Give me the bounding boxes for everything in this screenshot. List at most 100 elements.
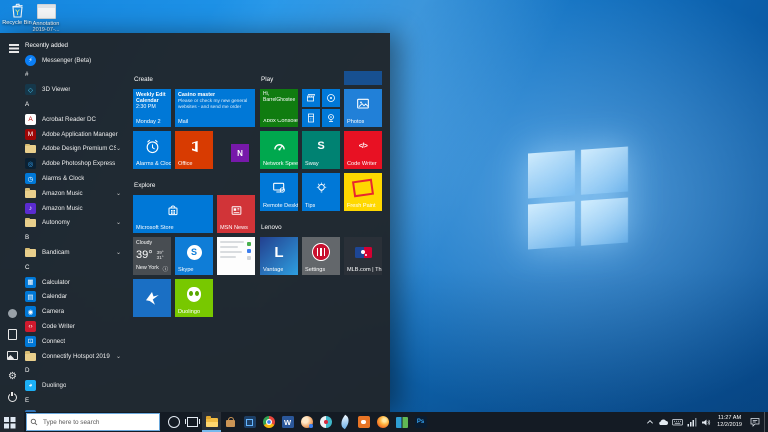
- sway-icon: S: [317, 140, 324, 152]
- tile-photos-live[interactable]: [217, 237, 255, 275]
- tile-network-speed[interactable]: Network Spee...: [260, 131, 298, 169]
- chevron-expand-icon[interactable]: ⌄: [116, 353, 128, 360]
- app-list-item[interactable]: MAdobe Application Manager: [23, 127, 128, 142]
- store-icon[interactable]: [221, 412, 240, 432]
- chevron-expand-icon[interactable]: ⌄: [116, 249, 128, 256]
- search-input[interactable]: [41, 418, 156, 427]
- user-avatar-icon[interactable]: [6, 307, 19, 320]
- app-list-item[interactable]: ▤Calendar: [23, 290, 128, 305]
- tile-vantage[interactable]: L Vantage: [260, 237, 298, 275]
- teal-app-icon[interactable]: [392, 412, 411, 432]
- app-list-item[interactable]: ◎Adobe Photoshop Express: [23, 156, 128, 171]
- file-explorer-icon[interactable]: [202, 412, 221, 432]
- chevron-expand-icon[interactable]: ⌄: [116, 219, 128, 226]
- tile-fresh-paint[interactable]: Fresh Paint: [344, 173, 382, 211]
- app-list-item[interactable]: ◇3D Viewer: [23, 82, 128, 97]
- round-media-app-icon[interactable]: [316, 412, 335, 432]
- cortana-icon[interactable]: [164, 412, 183, 432]
- app-list-item[interactable]: Autonomy⌄: [23, 216, 128, 231]
- recycle-bin-icon: [11, 3, 24, 18]
- onedrive-cloud-icon[interactable]: [657, 412, 670, 432]
- app-list-item[interactable]: Amazon Music⌄: [23, 186, 128, 201]
- show-desktop-button[interactable]: [764, 412, 768, 432]
- paint3d-icon[interactable]: [297, 412, 316, 432]
- tile-calculator-small[interactable]: [302, 109, 320, 127]
- app-list-item[interactable]: Connectify Hotspot 2019⌄: [23, 349, 128, 364]
- app-list-section-header[interactable]: C: [23, 260, 128, 275]
- app-list-item[interactable]: ⚡Messenger (Beta): [23, 53, 128, 68]
- settings-gear-icon[interactable]: ⚙: [6, 370, 19, 383]
- tile-label: Remote Deskt...: [263, 203, 298, 209]
- app-list-item[interactable]: AAcrobat Reader DC: [23, 112, 128, 127]
- orange-app-icon[interactable]: [354, 412, 373, 432]
- app-list-item-label: Calculator: [42, 279, 70, 286]
- app-list-item[interactable]: ◕Duolingo: [23, 378, 128, 393]
- app-list-item[interactable]: ◉Camera: [23, 304, 128, 319]
- tile-skype[interactable]: S Skype: [175, 237, 213, 275]
- chevron-expand-icon[interactable]: ⌄: [116, 145, 128, 152]
- tile-office[interactable]: Office: [175, 131, 213, 169]
- tile-movies-tv-small[interactable]: [302, 89, 320, 107]
- tile-onenote-small[interactable]: N: [231, 144, 249, 162]
- tile-mail[interactable]: Casino master Please or check my new gen…: [175, 89, 255, 127]
- start-button[interactable]: [0, 412, 24, 432]
- tile-label: Settings: [305, 267, 325, 273]
- app-list-section-header[interactable]: A: [23, 97, 128, 112]
- pictures-icon[interactable]: [6, 349, 19, 362]
- tile-msn-news[interactable]: MSN News: [217, 195, 255, 233]
- action-center-icon[interactable]: [747, 412, 763, 432]
- network-icon[interactable]: [685, 412, 698, 432]
- tile-disc-small[interactable]: [322, 89, 340, 107]
- app-list-section-header[interactable]: Recently added: [23, 38, 128, 53]
- tray-time: 11:27 AM: [717, 415, 742, 422]
- app-list-item[interactable]: Bandicam⌄: [23, 245, 128, 260]
- tile-webcam-small[interactable]: [322, 109, 340, 127]
- app-list-item[interactable]: Adobe Design Premium CS5.5⌄: [23, 142, 128, 157]
- app-list-item[interactable]: ◷Alarms & Clock: [23, 171, 128, 186]
- tile-mlb[interactable]: MLB.com | Th...: [344, 237, 382, 275]
- app-list-item[interactable]: ♪Amazon Music: [23, 201, 128, 216]
- tile-microsoft-store[interactable]: Microsoft Store: [133, 195, 213, 233]
- chevron-expand-icon[interactable]: ⌄: [116, 190, 128, 197]
- keyboard-icon[interactable]: [671, 412, 684, 432]
- tile-duolingo[interactable]: Duolingo: [175, 279, 213, 317]
- taskbar-search-box[interactable]: [26, 413, 160, 431]
- firefox-icon[interactable]: [373, 412, 392, 432]
- app-list-item[interactable]: ⊡Connect: [23, 334, 128, 349]
- tile-xbox-console[interactable]: Hi, BarrelGhostee Xbox Console...: [260, 89, 298, 127]
- app-list-item-label: Acrobat Reader DC: [42, 116, 96, 123]
- app-list-item[interactable]: ‹›Code Writer: [23, 319, 128, 334]
- tile-alarms-clock[interactable]: Alarms & Clock: [133, 131, 171, 169]
- tile-label: New York: [136, 265, 159, 273]
- documents-icon[interactable]: [6, 328, 19, 341]
- tile-sway[interactable]: S Sway: [302, 131, 340, 169]
- app-list-section-header[interactable]: D: [23, 364, 128, 379]
- show-hidden-icons-chevron[interactable]: [643, 412, 656, 432]
- desktop-icon-recycle-bin[interactable]: Recycle Bin: [2, 3, 32, 26]
- word-icon[interactable]: W: [278, 412, 297, 432]
- volume-icon[interactable]: [699, 412, 712, 432]
- task-view-icon[interactable]: [183, 412, 202, 432]
- tile-calendar[interactable]: Weekly Edit Calendar 2:30 PM Monday 2: [133, 89, 171, 127]
- tile-code-writer[interactable]: </> Code Writer: [344, 131, 382, 169]
- taskbar-clock[interactable]: 11:27 AM 12/2/2019: [713, 415, 746, 428]
- app-list-section-header[interactable]: E: [23, 393, 128, 408]
- tile-tips[interactable]: Tips: [302, 173, 340, 211]
- app-list-section-header[interactable]: #: [23, 68, 128, 83]
- feather-app-icon[interactable]: [335, 412, 354, 432]
- tile-weather[interactable]: Cloudy 39° 39°31° New York ⓘ: [133, 237, 171, 275]
- tile-label: Microsoft Store: [136, 225, 174, 231]
- blue-app-icon[interactable]: [240, 412, 259, 432]
- photoshop-icon[interactable]: Ps: [411, 412, 430, 432]
- app-list-item[interactable]: ▦Calculator: [23, 275, 128, 290]
- power-icon[interactable]: [6, 391, 19, 404]
- tile-lenovo-settings[interactable]: Settings: [302, 237, 340, 275]
- desktop-icon-annotation[interactable]: Annotation 2019-07-...: [31, 4, 61, 34]
- connect-icon: ⊡: [25, 336, 36, 347]
- tile-bird-app[interactable]: [133, 279, 171, 317]
- tile-remote-desktop[interactable]: Remote Deskt...: [260, 173, 298, 211]
- chrome-icon[interactable]: [259, 412, 278, 432]
- app-list-section-header[interactable]: B: [23, 230, 128, 245]
- tile-photos[interactable]: Photos: [344, 89, 382, 127]
- hamburger-menu-icon[interactable]: [7, 42, 20, 55]
